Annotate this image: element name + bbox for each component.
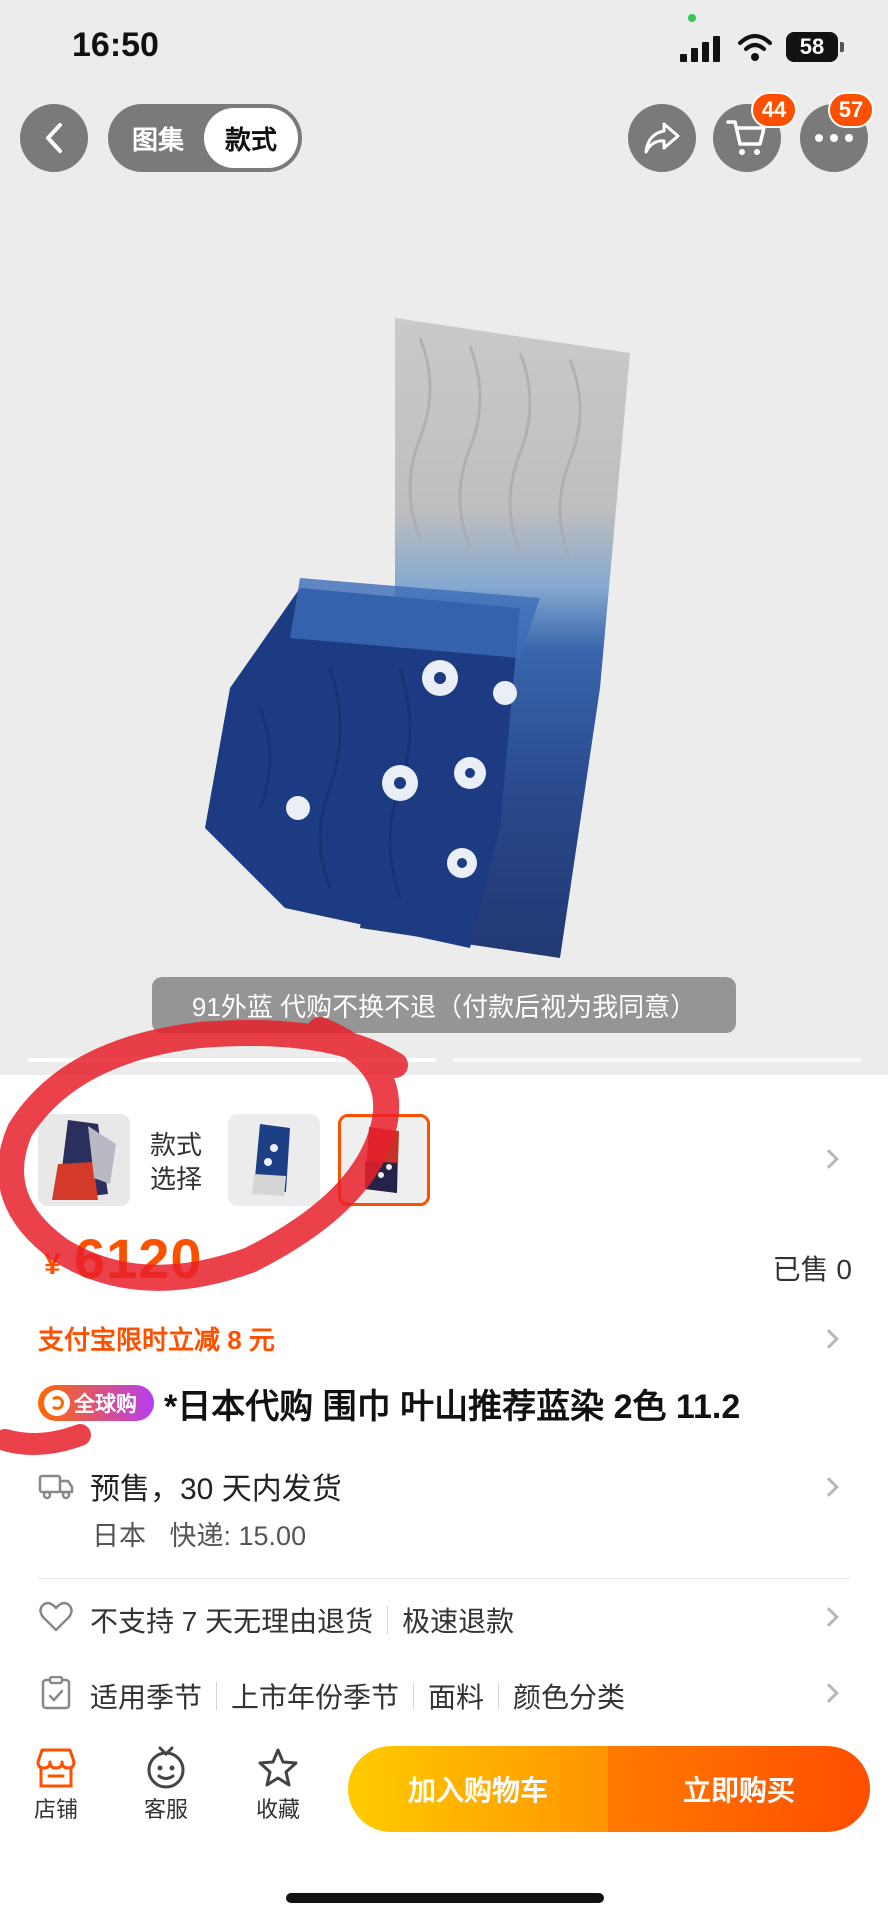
- star-icon: [258, 1748, 298, 1787]
- return-policy-item: 极速退款: [402, 1606, 515, 1637]
- returns-chevron-icon: [819, 1607, 839, 1627]
- style-thumbnail-2[interactable]: [228, 1114, 320, 1206]
- shop-icon: [36, 1748, 76, 1788]
- global-buy-label: 全球购: [74, 1393, 137, 1416]
- home-indicator[interactable]: [286, 1893, 604, 1903]
- shipping-detail: 日本 快递: 15.00: [92, 1514, 306, 1553]
- style-selector[interactable]: 款式 选择: [0, 1112, 888, 1212]
- style-selector-chevron-icon: [819, 1149, 839, 1169]
- cart-button[interactable]: 44: [713, 92, 797, 172]
- privacy-indicator: [688, 14, 696, 22]
- price-currency: ¥: [44, 1248, 61, 1281]
- gallery-progress-segment-2: [452, 1058, 862, 1062]
- share-icon: [644, 122, 680, 154]
- shop-label: 店铺: [33, 1797, 78, 1822]
- return-policy-item: 不支持 7 天无理由退货: [90, 1606, 374, 1637]
- shipping-chevron-icon: [819, 1477, 839, 1497]
- image-caption: 91外蓝 代购不换不退（付款后视为我同意）: [152, 977, 736, 1033]
- price-value: 6120: [74, 1227, 203, 1290]
- return-policy-row[interactable]: 不支持 7 天无理由退货 极速退款: [0, 1592, 888, 1642]
- product-image[interactable]: [0, 188, 888, 1075]
- purchase-buttons: 加入购物车 立即购买: [348, 1746, 870, 1832]
- favorite-label: 收藏: [255, 1797, 300, 1822]
- attributes-row[interactable]: 适用季节 上市年份季节 面料 颜色分类: [0, 1668, 888, 1718]
- battery-indicator: 58: [786, 32, 844, 62]
- attributes-chevron-icon: [819, 1683, 839, 1703]
- style-thumbnail-1[interactable]: [38, 1114, 130, 1206]
- style-thumbnail-3-selected[interactable]: [338, 1114, 430, 1206]
- more-dots-icon: [815, 134, 853, 142]
- style-label-line-2: 选择: [150, 1164, 203, 1194]
- signal-icon: [680, 36, 720, 62]
- chevron-left-icon: [46, 123, 62, 153]
- sold-count: 已售 0: [772, 1254, 852, 1285]
- clipboard-icon: [41, 1676, 71, 1710]
- product-title: *日本代购 围巾 叶山推荐蓝染 2色 11.2: [164, 1387, 741, 1426]
- customer-service-button[interactable]: 客服: [126, 1746, 206, 1824]
- divider: [38, 1578, 850, 1579]
- style-select-label: 款式 选择: [150, 1128, 202, 1196]
- shop-button[interactable]: 店铺: [16, 1746, 96, 1824]
- message-count-badge: 57: [828, 92, 874, 128]
- cart-count-badge: 44: [751, 92, 797, 128]
- add-to-cart-button[interactable]: 加入购物车: [348, 1746, 608, 1832]
- attribute-item: 面料: [428, 1682, 485, 1713]
- buy-now-button[interactable]: 立即购买: [608, 1746, 870, 1832]
- global-buy-logo-icon: [44, 1390, 70, 1416]
- shipping-origin: 日本: [92, 1521, 146, 1551]
- product-title-row: 全球购 *日本代购 围巾 叶山推荐蓝染 2色 11.2: [38, 1378, 858, 1428]
- attribute-item: 颜色分类: [513, 1682, 626, 1713]
- more-button[interactable]: 57: [800, 92, 874, 172]
- separator: [498, 1682, 500, 1710]
- return-policy-text: 不支持 7 天无理由退货 极速退款: [90, 1600, 514, 1640]
- price-row: ¥ 6120 已售 0: [0, 1226, 888, 1296]
- status-bar: 16:50 58: [0, 0, 888, 90]
- global-buy-badge: 全球购: [38, 1385, 154, 1421]
- heart-icon: [39, 1601, 73, 1632]
- back-button[interactable]: [20, 104, 88, 172]
- promo-chevron-icon: [819, 1329, 839, 1349]
- tab-style[interactable]: 款式: [204, 108, 298, 168]
- separator: [216, 1682, 218, 1710]
- view-tabs: 图集 款式: [108, 104, 302, 172]
- status-time: 16:50: [72, 26, 159, 64]
- attribute-item: 上市年份季节: [231, 1682, 400, 1713]
- favorite-button[interactable]: 收藏: [238, 1746, 318, 1824]
- tab-gallery[interactable]: 图集: [112, 108, 204, 168]
- shipping-status: 预售，30 天内发货: [90, 1473, 342, 1506]
- separator: [413, 1682, 415, 1710]
- customer-service-icon: [147, 1746, 185, 1789]
- customer-service-label: 客服: [143, 1797, 188, 1822]
- promo-text[interactable]: 支付宝限时立减 8 元: [38, 1320, 275, 1357]
- shipping-fee: 快递: 15.00: [169, 1521, 307, 1551]
- separator: [387, 1606, 389, 1634]
- style-label-line-1: 款式: [150, 1130, 203, 1160]
- bottom-action-bar: 店铺 客服 收藏 加入购物车 立即购买: [0, 1736, 888, 1856]
- gallery-progress-segment-1: [28, 1058, 436, 1062]
- truck-icon: [38, 1474, 74, 1500]
- attribute-item: 适用季节: [90, 1682, 203, 1713]
- attributes-text: 适用季节 上市年份季节 面料 颜色分类: [90, 1676, 625, 1716]
- shipping-row[interactable]: 预售，30 天内发货 日本 快递: 15.00: [0, 1456, 888, 1556]
- wifi-icon: [738, 34, 772, 61]
- share-button[interactable]: [628, 104, 696, 172]
